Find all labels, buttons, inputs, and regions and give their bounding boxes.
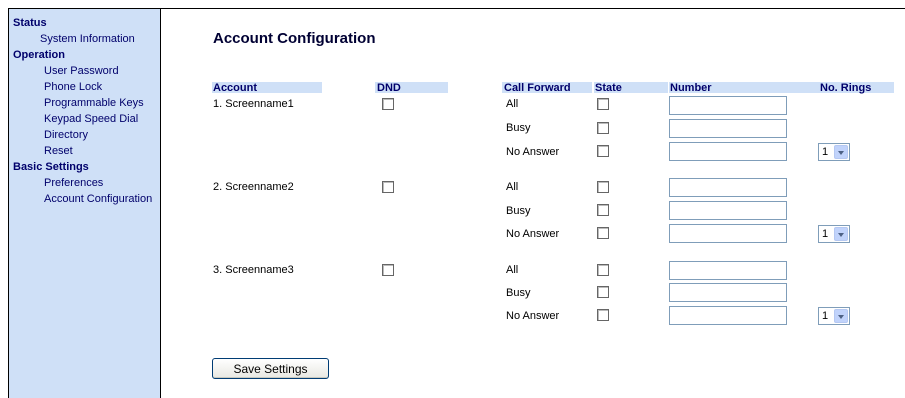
number-field[interactable] (669, 96, 787, 115)
state-checkbox[interactable] (597, 181, 609, 193)
nav-item-directory[interactable]: Directory (44, 129, 88, 141)
header-dnd: DND (377, 82, 401, 94)
dnd-checkbox[interactable] (382, 181, 394, 193)
number-field[interactable] (669, 306, 787, 325)
number-field[interactable] (669, 201, 787, 220)
nav-item-preferences[interactable]: Preferences (44, 177, 103, 189)
forward-type-label: All (506, 181, 519, 193)
nav-heading-status: Status (13, 17, 47, 29)
number-field[interactable] (669, 283, 787, 302)
state-checkbox[interactable] (597, 309, 609, 321)
rings-select-value: 1 (822, 146, 829, 158)
nav-item-keypad-speed-dial[interactable]: Keypad Speed Dial (44, 113, 138, 125)
account-name: 2. Screenname2 (213, 181, 294, 193)
account-name: 3. Screenname3 (213, 264, 294, 276)
dnd-checkbox[interactable] (382, 264, 394, 276)
state-checkbox[interactable] (597, 204, 609, 216)
forward-type-label: No Answer (506, 310, 560, 322)
state-checkbox[interactable] (597, 227, 609, 239)
account-name: 1. Screenname1 (213, 98, 294, 110)
nav-item-phone-lock[interactable]: Phone Lock (44, 81, 102, 93)
nav-item-programmable-keys[interactable]: Programmable Keys (44, 97, 144, 109)
rings-select[interactable]: 1 (818, 225, 850, 243)
number-field[interactable] (669, 142, 787, 161)
forward-type-label: All (506, 98, 519, 110)
rings-select[interactable]: 1 (818, 307, 850, 325)
page-frame: Status System Information Operation User… (0, 0, 905, 398)
number-field[interactable] (669, 224, 787, 243)
state-checkbox[interactable] (597, 122, 609, 134)
state-checkbox[interactable] (597, 264, 609, 276)
rings-select[interactable]: 1 (818, 143, 850, 161)
nav-heading-operation: Operation (13, 49, 65, 61)
forward-type-label: All (506, 264, 519, 276)
number-field[interactable] (669, 261, 787, 280)
state-checkbox[interactable] (597, 145, 609, 157)
forward-type-label: No Answer (506, 228, 560, 240)
rings-select-value: 1 (822, 228, 829, 240)
nav-item-account-configuration[interactable]: Account Configuration (44, 193, 152, 205)
save-settings-button[interactable]: Save Settings (212, 358, 329, 379)
forward-type-label: Busy (506, 122, 531, 134)
page-title: Account Configuration (213, 30, 376, 47)
forward-type-label: Busy (506, 287, 531, 299)
chevron-down-icon (834, 145, 848, 159)
nav-heading-basic-settings: Basic Settings (13, 161, 89, 173)
chevron-down-icon (834, 309, 848, 323)
forward-type-label: No Answer (506, 146, 560, 158)
header-state: State (595, 82, 622, 94)
header-account: Account (213, 82, 257, 94)
nav-item-user-password[interactable]: User Password (44, 65, 119, 77)
header-number: Number (670, 82, 712, 94)
state-checkbox[interactable] (597, 98, 609, 110)
nav-item-reset[interactable]: Reset (44, 145, 73, 157)
state-checkbox[interactable] (597, 286, 609, 298)
nav-item-system-information[interactable]: System Information (40, 33, 135, 45)
number-field[interactable] (669, 178, 787, 197)
rings-select-value: 1 (822, 310, 829, 322)
dnd-checkbox[interactable] (382, 98, 394, 110)
number-field[interactable] (669, 119, 787, 138)
chevron-down-icon (834, 227, 848, 241)
header-call-forward: Call Forward (504, 82, 571, 94)
forward-type-label: Busy (506, 205, 531, 217)
sidebar: Status System Information Operation User… (8, 8, 161, 398)
header-no-rings: No. Rings (820, 82, 872, 94)
